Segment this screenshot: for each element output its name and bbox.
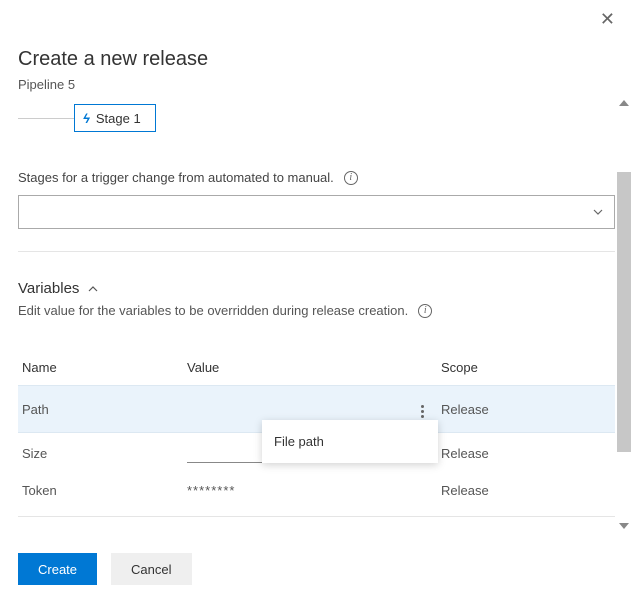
variables-help-row: Edit value for the variables to be overr… <box>18 303 615 318</box>
close-icon[interactable]: ✕ <box>600 10 615 28</box>
stages-help-row: Stages for a trigger change from automat… <box>18 170 615 185</box>
var-name: Size <box>18 433 183 474</box>
create-button[interactable]: Create <box>18 553 97 585</box>
var-name: Token <box>18 473 183 508</box>
col-menu <box>413 352 437 386</box>
scrollbar[interactable] <box>617 100 631 529</box>
variables-help-text: Edit value for the variables to be overr… <box>18 303 408 318</box>
var-scope: Release <box>437 473 615 508</box>
value-input[interactable] <box>187 443 262 463</box>
scroll-up-icon[interactable] <box>619 100 629 106</box>
var-name: Path <box>18 386 183 433</box>
cancel-button[interactable]: Cancel <box>111 553 191 585</box>
page-title: Create a new release <box>18 48 615 71</box>
table-row[interactable]: Token ******** Release <box>18 473 615 508</box>
var-value[interactable]: ******** <box>183 473 413 508</box>
stage-chip[interactable]: ϟ Stage 1 <box>74 104 156 132</box>
menu-item-file-path[interactable]: File path <box>274 434 324 449</box>
scroll-thumb[interactable] <box>617 172 631 452</box>
kebab-icon[interactable] <box>417 401 428 422</box>
stages-dropdown[interactable] <box>18 195 615 229</box>
context-menu[interactable]: File path <box>262 420 438 463</box>
stages-help-text: Stages for a trigger change from automat… <box>18 170 334 185</box>
info-icon[interactable]: i <box>344 171 358 185</box>
col-scope: Scope <box>437 352 615 386</box>
footer-actions: Create Cancel <box>18 553 192 585</box>
stage-graph: ϟ Stage 1 <box>18 104 615 134</box>
scroll-down-icon[interactable] <box>619 523 629 529</box>
lightning-icon: ϟ <box>83 111 90 126</box>
info-icon[interactable]: i <box>418 304 432 318</box>
var-scope: Release <box>437 386 615 433</box>
col-value: Value <box>183 352 413 386</box>
variables-section-toggle[interactable]: Variables <box>18 280 615 297</box>
chevron-down-icon <box>592 206 604 218</box>
var-scope: Release <box>437 433 615 474</box>
variables-title: Variables <box>18 280 79 297</box>
col-name: Name <box>18 352 183 386</box>
pipeline-name: Pipeline 5 <box>18 77 615 92</box>
chevron-up-icon <box>87 283 99 295</box>
footer-divider <box>18 516 615 517</box>
stage-label: Stage 1 <box>96 111 141 126</box>
section-divider <box>18 251 615 252</box>
